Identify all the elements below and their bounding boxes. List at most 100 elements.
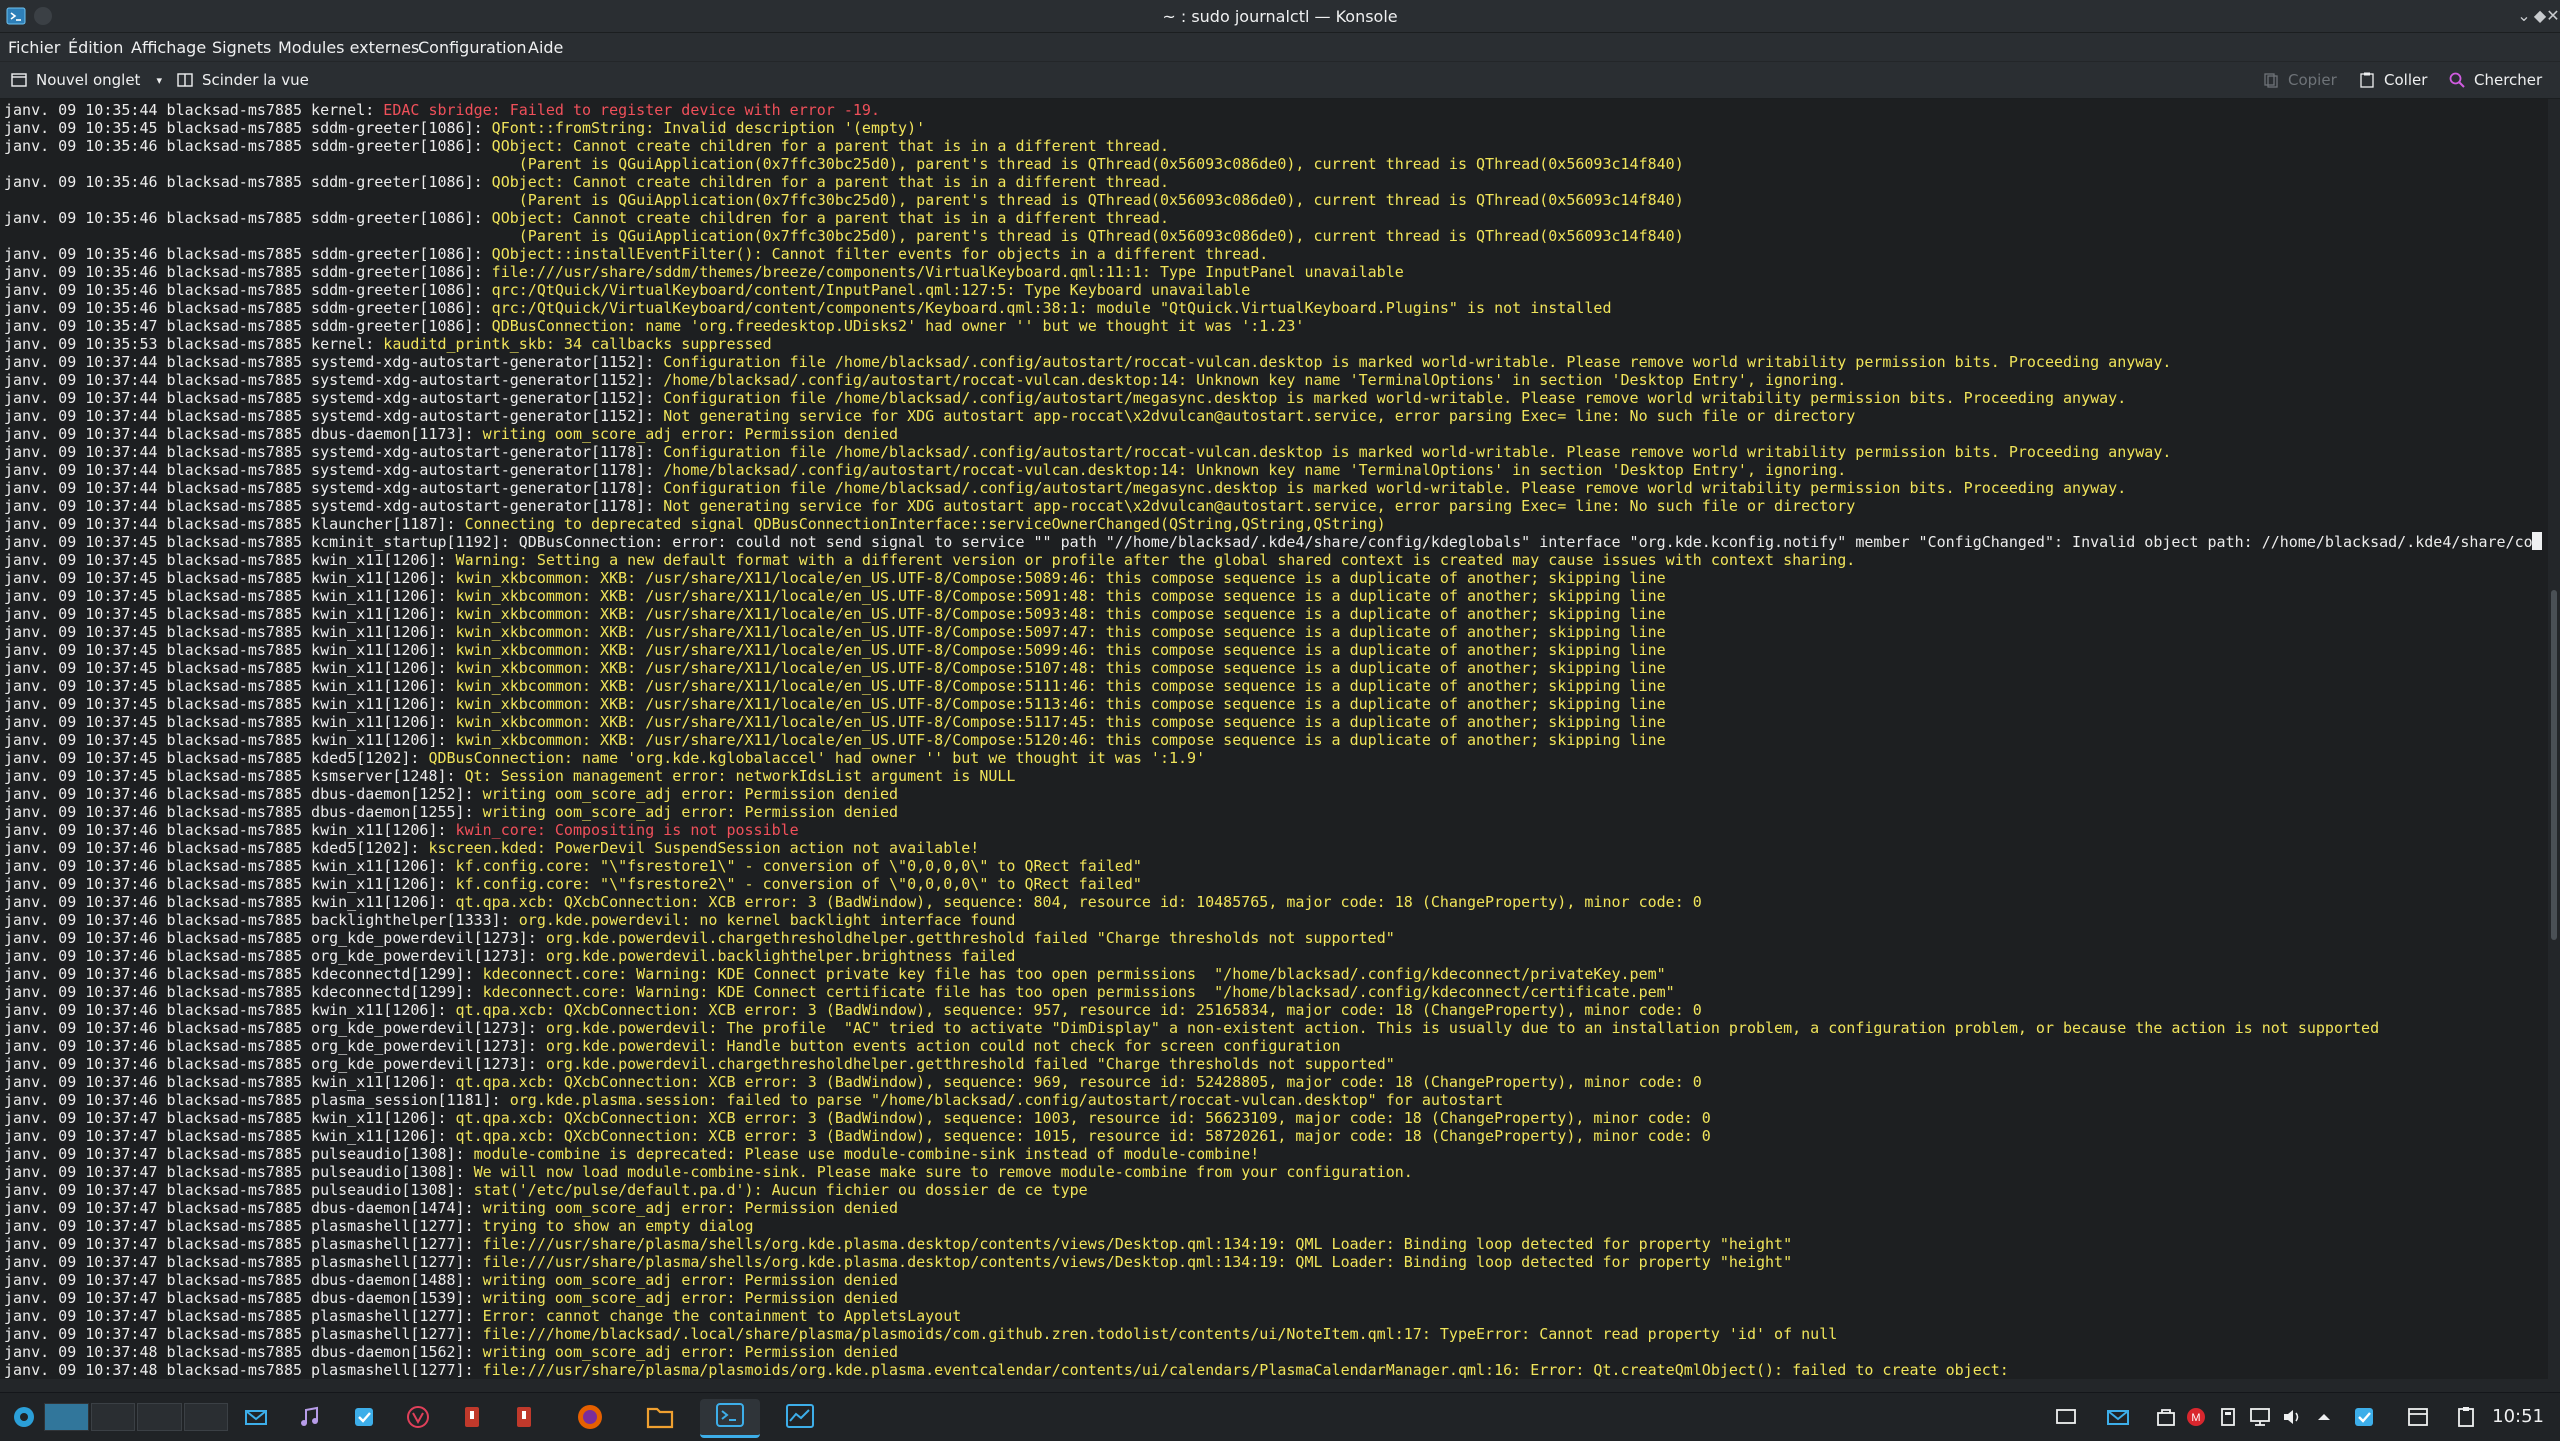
archive-icon[interactable] <box>458 1403 486 1431</box>
network-icon[interactable] <box>2246 1403 2274 1431</box>
system-monitor-task-icon[interactable] <box>770 1399 830 1435</box>
archive-2-icon[interactable] <box>510 1403 538 1431</box>
volume-icon[interactable] <box>2278 1403 2306 1431</box>
log-prefix: janv. 09 10:37:47 blacksad-ms7885 pulsea… <box>4 1181 474 1199</box>
paste-icon <box>2360 72 2374 88</box>
calendar-icon[interactable] <box>2404 1403 2432 1431</box>
log-message: qrc:/QtQuick/VirtualKeyboard/content/com… <box>491 299 1612 317</box>
menu-modules-externes[interactable]: Modules externes <box>278 38 419 57</box>
log-line: janv. 09 10:37:46 blacksad-ms7885 org_kd… <box>4 1055 2542 1073</box>
log-message: stat('/etc/pulse/default.pa.d'): Aucun f… <box>473 1181 1088 1199</box>
bag-tray-icon[interactable] <box>2152 1403 2180 1431</box>
desktop-2[interactable] <box>90 1403 135 1431</box>
copy-label: Copier <box>2288 71 2337 89</box>
new-tab-label: Nouvel onglet <box>36 71 141 89</box>
log-prefix: janv. 09 10:37:47 blacksad-ms7885 dbus-d… <box>4 1289 483 1307</box>
log-message: QDBusConnection: name 'org.freedesktop.U… <box>491 317 1305 335</box>
log-prefix: janv. 09 10:37:44 blacksad-ms7885 system… <box>4 353 664 371</box>
log-message: QObject: Cannot create children for a pa… <box>491 173 1169 191</box>
log-line: janv. 09 10:37:45 blacksad-ms7885 kcmini… <box>4 533 2542 551</box>
menu-fichier[interactable]: Fichier <box>8 38 60 57</box>
log-prefix: janv. 09 10:37:47 blacksad-ms7885 dbus-d… <box>4 1199 483 1217</box>
show-desktop-icon[interactable] <box>2052 1403 2080 1431</box>
new-tab-button[interactable]: Nouvel onglet ▾ <box>10 68 162 92</box>
search-button[interactable]: Chercher <box>2448 68 2542 92</box>
copy-icon <box>2264 73 2278 88</box>
menu-configuration[interactable]: Configuration <box>418 38 527 57</box>
dolphin-task-icon[interactable] <box>630 1399 690 1435</box>
menu-edition[interactable]: Édition <box>68 38 123 57</box>
log-prefix: janv. 09 10:37:46 blacksad-ms7885 kdecon… <box>4 983 483 1001</box>
log-prefix: janv. 09 10:37:44 blacksad-ms7885 system… <box>4 389 664 407</box>
copy-button[interactable]: Copier <box>2262 68 2337 92</box>
log-prefix: janv. 09 10:37:46 blacksad-ms7885 kwin_x… <box>4 893 456 911</box>
log-prefix: janv. 09 10:37:47 blacksad-ms7885 plasma… <box>4 1217 483 1235</box>
log-prefix: janv. 09 10:37:44 blacksad-ms7885 klaunc… <box>4 515 465 533</box>
log-prefix: janv. 09 10:37:46 blacksad-ms7885 kwin_x… <box>4 1073 456 1091</box>
split-view-button[interactable]: Scinder la vue <box>176 68 309 92</box>
removable-device-icon[interactable] <box>2214 1403 2242 1431</box>
desktop-4[interactable] <box>183 1403 228 1431</box>
vivaldi-icon[interactable] <box>404 1403 432 1431</box>
log-message: qrc:/QtQuick/VirtualKeyboard/content/Inp… <box>491 281 1251 299</box>
log-line: janv. 09 10:37:44 blacksad-ms7885 system… <box>4 461 2542 479</box>
menu-signets[interactable]: Signets <box>212 38 271 57</box>
terminal-view[interactable]: janv. 09 10:35:44 blacksad-ms7885 kernel… <box>0 99 2548 1379</box>
chevron-down-icon[interactable]: ▾ <box>156 74 162 87</box>
log-line: janv. 09 10:37:46 blacksad-ms7885 kded5[… <box>4 839 2542 857</box>
paste-label: Coller <box>2384 71 2428 89</box>
close-icon[interactable]: ✕ <box>2546 6 2560 26</box>
clipboard-icon[interactable] <box>2452 1403 2480 1431</box>
log-line: janv. 09 10:37:47 blacksad-ms7885 dbus-d… <box>4 1289 2542 1307</box>
desktop-1[interactable] <box>44 1403 89 1431</box>
konsole-task-button[interactable] <box>700 1399 760 1438</box>
desktop-3[interactable] <box>137 1403 182 1431</box>
mail-icon[interactable] <box>242 1403 270 1431</box>
tray-expand-icon[interactable] <box>2310 1403 2338 1431</box>
log-line: janv. 09 10:37:46 blacksad-ms7885 dbus-d… <box>4 803 2542 821</box>
log-message: kwin_xkbcommon: XKB: /usr/share/X11/loca… <box>455 695 1666 713</box>
log-prefix: janv. 09 10:37:45 blacksad-ms7885 kwin_x… <box>4 551 456 569</box>
virtual-desktop-pager[interactable] <box>44 1403 228 1431</box>
log-line: (Parent is QGuiApplication(0x7ffc30bc25d… <box>4 191 2542 209</box>
window-titlebar[interactable]: ~ : sudo journalctl — Konsole ⌄ ◆ ✕ <box>0 0 2560 33</box>
log-prefix: janv. 09 10:37:45 blacksad-ms7885 ksmser… <box>4 767 465 785</box>
log-line: janv. 09 10:37:45 blacksad-ms7885 kwin_x… <box>4 587 2542 605</box>
log-message: (Parent is QGuiApplication(0x7ffc30bc25d… <box>518 227 1684 245</box>
log-prefix: janv. 09 10:37:46 blacksad-ms7885 org_kd… <box>4 947 546 965</box>
log-line: janv. 09 10:37:46 blacksad-ms7885 plasma… <box>4 1091 2542 1109</box>
scrollbar-thumb[interactable] <box>2551 590 2557 940</box>
log-prefix: janv. 09 10:37:46 blacksad-ms7885 kwin_x… <box>4 857 456 875</box>
log-prefix: janv. 09 10:37:45 blacksad-ms7885 kded5[… <box>4 749 429 767</box>
firefox-task-icon[interactable] <box>560 1399 620 1435</box>
log-line: janv. 09 10:37:46 blacksad-ms7885 kwin_x… <box>4 857 2542 875</box>
music-icon[interactable] <box>296 1403 324 1431</box>
mail-tray-icon[interactable] <box>2104 1403 2132 1431</box>
todo-tray-icon[interactable] <box>2350 1403 2378 1431</box>
log-message: file:///usr/share/plasma/shells/org.kde.… <box>482 1235 1793 1253</box>
log-prefix: janv. 09 10:37:45 blacksad-ms7885 kwin_x… <box>4 623 456 641</box>
log-line: janv. 09 10:37:47 blacksad-ms7885 plasma… <box>4 1235 2542 1253</box>
log-line: janv. 09 10:37:47 blacksad-ms7885 pulsea… <box>4 1145 2542 1163</box>
log-message: QObject::installEventFilter(): Cannot fi… <box>491 245 1269 263</box>
log-message: (Parent is QGuiApplication(0x7ffc30bc25d… <box>518 155 1684 173</box>
log-line: janv. 09 10:35:46 blacksad-ms7885 sddm-g… <box>4 281 2542 299</box>
app-launcher-icon[interactable] <box>10 1403 38 1431</box>
log-message: kwin_xkbcommon: XKB: /usr/share/X11/loca… <box>455 587 1666 605</box>
clock[interactable]: 10:51 <box>2492 1406 2544 1427</box>
log-line: janv. 09 10:37:46 blacksad-ms7885 kdecon… <box>4 983 2542 1001</box>
paste-button[interactable]: Coller <box>2358 68 2427 92</box>
mega-tray-icon[interactable]: M <box>2182 1403 2210 1431</box>
log-line: janv. 09 10:37:45 blacksad-ms7885 kwin_x… <box>4 659 2542 677</box>
log-message: kdeconnect.core: Warning: KDE Connect pr… <box>482 965 1666 983</box>
log-message: file:///usr/share/plasma/plasmoids/org.k… <box>482 1361 2009 1379</box>
todo-icon[interactable] <box>350 1403 378 1431</box>
log-line: janv. 09 10:37:47 blacksad-ms7885 plasma… <box>4 1253 2542 1271</box>
log-message: org.kde.plasma.session: failed to parse … <box>509 1091 1504 1109</box>
menu-affichage[interactable]: Affichage <box>131 38 206 57</box>
log-prefix: janv. 09 10:35:44 blacksad-ms7885 kernel… <box>4 101 384 119</box>
log-message: org.kde.powerdevil.chargethresholdhelper… <box>545 929 1395 947</box>
log-line: janv. 09 10:37:44 blacksad-ms7885 system… <box>4 497 2542 515</box>
menu-aide[interactable]: Aide <box>528 38 563 57</box>
log-line: janv. 09 10:35:46 blacksad-ms7885 sddm-g… <box>4 173 2542 191</box>
